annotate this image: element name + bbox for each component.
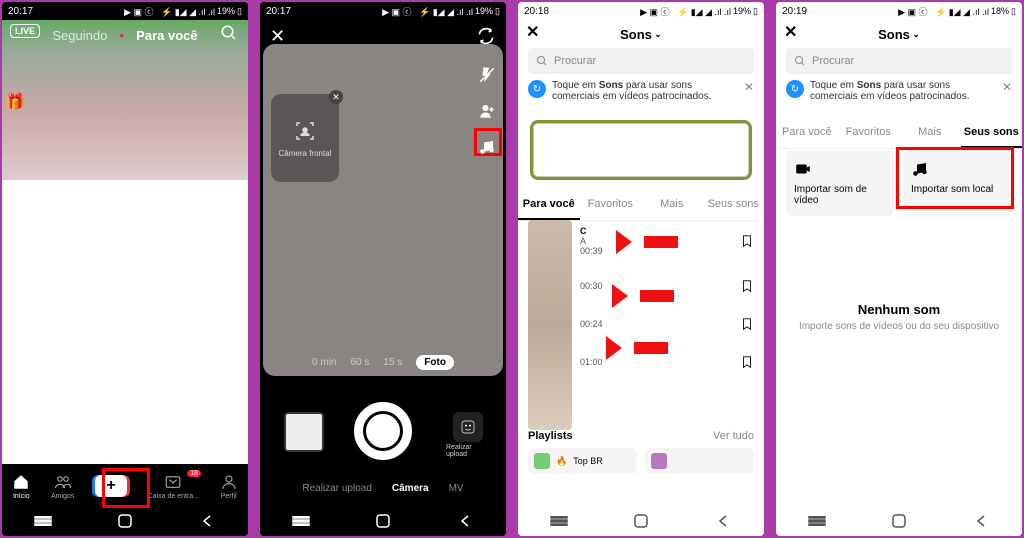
gift-emoji[interactable]: 🎁 xyxy=(5,92,25,112)
sound-list: CA00:39 00:30 00:24 01:00 xyxy=(518,220,764,436)
status-bar: 20:17 ▶ ▣ ⓒ ⚡ ▮◢ ◢ .ıl .ıl 19%▯ xyxy=(2,2,248,20)
ver-tudo-link[interactable]: Ver tudo xyxy=(713,430,754,442)
search-input[interactable]: Procurar xyxy=(786,48,1012,74)
sheet-title[interactable]: Sons ⌄ xyxy=(776,20,1022,48)
bookmark-icon[interactable] xyxy=(740,316,754,332)
close-preview-icon[interactable]: ✕ xyxy=(329,90,343,104)
status-bar: 20:18 ▶ ▣ ⓒ ⚡ ▮◢ ◢ .ıl .ıl 19%▯ xyxy=(518,2,764,20)
info-icon: ↻ xyxy=(786,80,804,98)
screen-camera: 20:17 ▶ ▣ ⓒ ⚡ ▮◢ ◢ .ıl .ıl 19%▯ ✕ ✕ Câme… xyxy=(260,2,506,536)
back-button[interactable] xyxy=(972,512,990,530)
arrow-indicator xyxy=(624,284,674,308)
android-nav xyxy=(518,506,764,536)
screen-sounds-list: 20:18 ▶ ▣ ⓒ ⚡ ▮◢ ◢ .ıl .ıl 19%▯ ✕ Sons ⌄… xyxy=(518,2,764,536)
arrow-indicator xyxy=(628,230,678,254)
feed-tabs: Seguindo ● Para você xyxy=(2,20,248,50)
recent-apps-button[interactable] xyxy=(34,512,52,530)
back-button[interactable] xyxy=(456,512,474,530)
status-bar: 20:19 ▶ ▣ ⓒ ⚡ ▮◢ ◢ .ıl .ıl 18%▯ xyxy=(776,2,1022,20)
highlight-create xyxy=(102,468,150,508)
playlists-section: Playlists Ver tudo 🔥Top BR xyxy=(528,430,754,474)
camera-viewfinder[interactable]: ✕ Câmera frontal xyxy=(263,44,503,376)
feed-content[interactable] xyxy=(2,180,248,468)
recent-apps-button[interactable] xyxy=(292,512,310,530)
mode-15s[interactable]: 15 s xyxy=(383,357,402,368)
tab-seus-sons[interactable]: Seus sons xyxy=(961,118,1023,148)
tab-seguindo[interactable]: Seguindo xyxy=(52,28,107,43)
home-button[interactable] xyxy=(374,512,392,530)
duration-modes: 0 min 60 s 15 s Foto xyxy=(260,355,506,370)
home-button[interactable] xyxy=(632,512,650,530)
back-button[interactable] xyxy=(198,512,216,530)
front-camera-preview[interactable]: ✕ Câmera frontal xyxy=(271,94,339,182)
import-video-card[interactable]: Importar som de vídeo xyxy=(786,150,895,216)
android-nav xyxy=(776,506,1022,536)
back-button[interactable] xyxy=(714,512,732,530)
android-nav xyxy=(2,506,248,536)
nav-amigos[interactable]: Amigos xyxy=(51,473,74,500)
sponsored-tip: ↻ Toque em Sons para usar sons comerciai… xyxy=(528,80,754,102)
music-icon[interactable] xyxy=(476,136,498,158)
search-input[interactable]: Procurar xyxy=(528,48,754,74)
search-placeholder: Procurar xyxy=(554,55,596,67)
status-icons: ▶ ▣ ⓒ ⚡ ▮◢ ◢ .ıl .ıl 19%▯ xyxy=(124,5,242,18)
sponsored-tip: ↻ Toque em Sons para usar sons comerciai… xyxy=(786,80,1012,102)
dismiss-tip-icon[interactable]: ✕ xyxy=(1002,80,1012,94)
dismiss-tip-icon[interactable]: ✕ xyxy=(744,80,754,94)
sound-item[interactable]: 01:00 xyxy=(518,348,764,376)
empty-title: Nenhum som xyxy=(786,302,1012,317)
tab-seus-sons[interactable]: Seus sons xyxy=(703,190,765,220)
tab-favoritos[interactable]: Favoritos xyxy=(580,190,642,220)
camera-side-tools xyxy=(476,64,498,158)
effects-button[interactable]: Realizar upload xyxy=(446,412,490,458)
playlists-label: Playlists xyxy=(528,430,573,442)
person-add-icon[interactable] xyxy=(476,100,498,122)
close-button[interactable]: ✕ xyxy=(270,26,285,47)
status-bar: 20:17 ▶ ▣ ⓒ ⚡ ▮◢ ◢ .ıl .ıl 19%▯ xyxy=(260,2,506,20)
bookmark-icon[interactable] xyxy=(740,354,754,370)
screen-feed: 20:17 ▶ ▣ ⓒ ⚡ ▮◢ ◢ .ıl .ıl 19%▯ 🎁 LIVE S… xyxy=(2,2,248,536)
tab-mv[interactable]: MV xyxy=(449,483,464,494)
screen-your-sounds: 20:19 ▶ ▣ ⓒ ⚡ ▮◢ ◢ .ıl .ıl 18%▯ ✕ Sons ⌄… xyxy=(776,2,1022,536)
nav-perfil[interactable]: Perfil xyxy=(220,473,238,500)
recent-apps-button[interactable] xyxy=(808,512,826,530)
sound-tabs: Para você Favoritos Mais Seus sons xyxy=(776,118,1022,149)
home-button[interactable] xyxy=(116,512,134,530)
sound-tabs: Para você Favoritos Mais Seus sons xyxy=(518,190,764,221)
bookmark-icon[interactable] xyxy=(740,278,754,294)
highlight-import-local xyxy=(896,147,1014,209)
home-button[interactable] xyxy=(890,512,908,530)
playlist-card[interactable] xyxy=(645,448,754,474)
tab-para-voce[interactable]: Para você xyxy=(518,190,580,220)
recent-apps-button[interactable] xyxy=(550,512,568,530)
android-nav xyxy=(260,506,506,536)
status-time: 20:17 xyxy=(8,6,33,17)
empty-state: Nenhum som Importe sons de vídeos ou do … xyxy=(786,302,1012,332)
shutter-button[interactable] xyxy=(354,402,412,460)
tab-camera[interactable]: Câmera xyxy=(392,483,429,494)
mode-60s[interactable]: 60 s xyxy=(350,357,369,368)
flash-icon[interactable] xyxy=(476,64,498,86)
flip-camera-icon[interactable] xyxy=(476,26,496,46)
tab-favoritos[interactable]: Favoritos xyxy=(838,118,900,148)
mode-10min[interactable]: 0 min xyxy=(312,357,336,368)
info-icon: ↻ xyxy=(528,80,546,98)
sound-item[interactable]: 00:24 xyxy=(518,310,764,338)
inbox-badge: 18 xyxy=(187,470,201,477)
bookmark-icon[interactable] xyxy=(740,233,754,249)
tab-upload[interactable]: Realizar upload xyxy=(302,483,372,494)
sheet-title[interactable]: Sons ⌄ xyxy=(518,20,764,48)
empty-subtitle: Importe sons de vídeos ou do seu disposi… xyxy=(786,321,1012,332)
nav-inicio[interactable]: Início xyxy=(12,473,30,500)
tab-para-voce[interactable]: Para você xyxy=(136,28,197,43)
gallery-thumbnail[interactable] xyxy=(284,412,324,452)
camera-bottom-tabs: Realizar upload Câmera MV xyxy=(260,483,506,494)
tab-mais[interactable]: Mais xyxy=(899,118,961,148)
nav-inbox[interactable]: 18 Caixa de entra... xyxy=(148,473,199,500)
tab-para-voce[interactable]: Para você xyxy=(776,118,838,148)
playlist-card[interactable]: 🔥Top BR xyxy=(528,448,637,474)
promo-banner[interactable] xyxy=(530,120,752,180)
tab-mais[interactable]: Mais xyxy=(641,190,703,220)
mode-foto[interactable]: Foto xyxy=(416,355,454,370)
